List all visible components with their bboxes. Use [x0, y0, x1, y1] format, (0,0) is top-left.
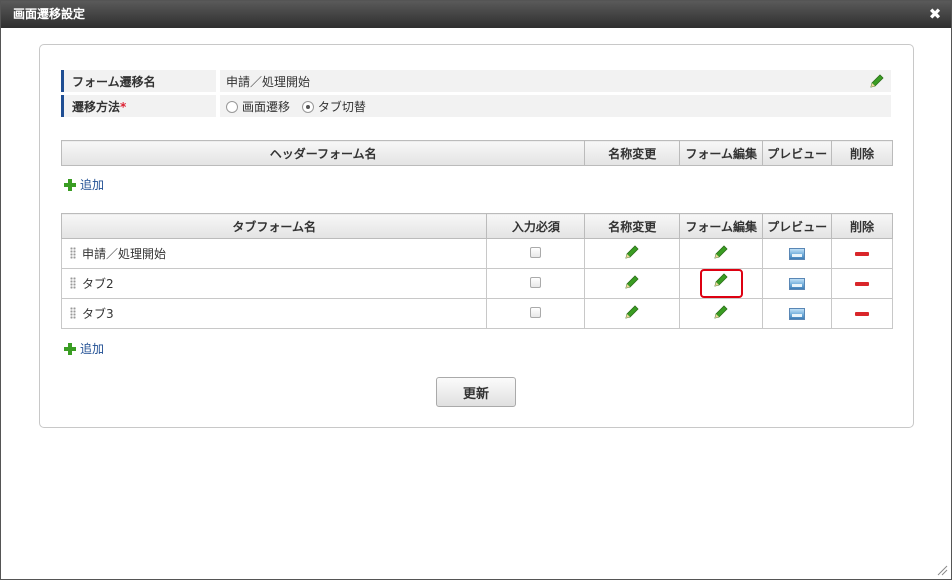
col-rename: 名称変更 [584, 140, 681, 166]
col-header-form-name: ヘッダーフォーム名 [60, 140, 586, 166]
required-checkbox[interactable] [530, 276, 542, 288]
required-checkbox[interactable] [530, 306, 542, 318]
form-name-label: フォーム遷移名 [61, 70, 216, 92]
method-options: 画面遷移 タブ切替 [220, 95, 891, 117]
add-header-form-button[interactable]: 追加 [63, 176, 104, 193]
delete-icon[interactable] [855, 252, 870, 256]
close-icon[interactable]: ✖ [927, 1, 943, 28]
radio-tab-switch-icon[interactable] [301, 100, 314, 113]
edit-form-name-icon[interactable] [869, 73, 885, 92]
drag-handle-icon[interactable] [70, 247, 76, 259]
preview-icon[interactable] [789, 248, 806, 260]
settings-panel: フォーム遷移名 申請／処理開始 遷移方法* 画面遷移 タブ切替 ヘッダーフォーム… [39, 44, 914, 428]
col-preview: プレビュー [762, 213, 833, 239]
info-table: フォーム遷移名 申請／処理開始 遷移方法* 画面遷移 タブ切替 [61, 67, 891, 120]
form-edit-pencil-icon[interactable] [713, 304, 729, 323]
col-delete: 削除 [831, 140, 893, 166]
form-edit-pencil-icon[interactable] [713, 244, 729, 263]
delete-icon[interactable] [855, 282, 870, 286]
highlight-box [699, 269, 743, 298]
preview-icon[interactable] [789, 278, 806, 290]
col-form-edit: フォーム編集 [679, 213, 764, 239]
col-form-edit: フォーム編集 [679, 140, 764, 166]
resize-grip-icon[interactable] [937, 565, 948, 576]
dialog-titlebar: 画面遷移設定 ✖ [1, 1, 951, 28]
col-preview: プレビュー [762, 140, 833, 166]
form-name-value: 申請／処理開始 [220, 70, 891, 92]
col-rename: 名称変更 [584, 213, 681, 239]
table-row: タブ3 [60, 298, 893, 329]
radio-screen-transition[interactable]: 画面遷移 [226, 98, 290, 115]
table-row: 申請／処理開始 [60, 238, 893, 269]
required-checkbox[interactable] [530, 246, 542, 258]
header-form-table: ヘッダーフォーム名 名称変更 フォーム編集 プレビュー 削除 [60, 140, 893, 166]
rename-pencil-icon[interactable] [624, 244, 640, 263]
rename-pencil-icon[interactable] [624, 304, 640, 323]
drag-handle-icon[interactable] [70, 277, 76, 289]
col-required: 入力必須 [486, 213, 586, 239]
dialog: 画面遷移設定 ✖ フォーム遷移名 申請／処理開始 遷移方法* 画面遷移 タブ切替… [0, 0, 952, 580]
radio-screen-transition-icon[interactable] [226, 100, 238, 113]
dialog-title: 画面遷移設定 [13, 7, 86, 21]
col-delete: 削除 [831, 213, 893, 239]
plus-icon [63, 342, 77, 356]
plus-icon [63, 178, 77, 192]
drag-handle-icon[interactable] [70, 307, 76, 319]
form-edit-pencil-icon[interactable] [713, 272, 729, 296]
col-tab-form-name: タブフォーム名 [60, 213, 488, 239]
radio-tab-switch[interactable]: タブ切替 [301, 98, 366, 115]
table-row: タブ2 [60, 268, 893, 299]
preview-icon[interactable] [789, 308, 806, 320]
method-label: 遷移方法* [61, 95, 216, 117]
delete-icon[interactable] [855, 312, 870, 316]
rename-pencil-icon[interactable] [624, 274, 640, 293]
update-button[interactable]: 更新 [436, 377, 516, 407]
tab-form-table: タブフォーム名 入力必須 名称変更 フォーム編集 プレビュー 削除 申請／処理開… [60, 213, 893, 329]
add-tab-form-button[interactable]: 追加 [63, 340, 104, 357]
